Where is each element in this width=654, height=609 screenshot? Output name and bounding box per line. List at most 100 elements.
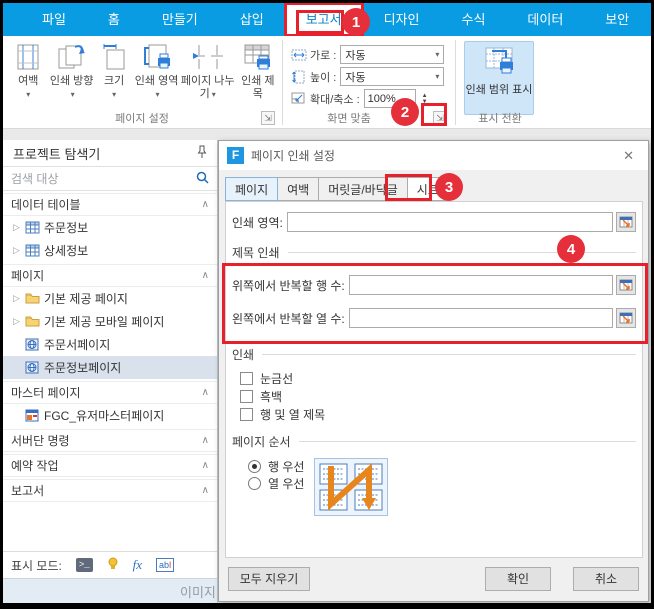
search-input[interactable] (11, 172, 196, 186)
close-icon[interactable]: ✕ (617, 146, 640, 166)
blackwhite-checkbox[interactable] (240, 390, 253, 403)
menu-tab-insert[interactable]: 삽입 (219, 3, 285, 36)
col-first-radio[interactable] (248, 477, 261, 490)
sidebar-item-detail-info[interactable]: ▷ 상세정보 (3, 239, 217, 262)
fit-dialog-launcher[interactable]: ⇲ (433, 111, 447, 125)
lamp-mode-icon[interactable] (107, 557, 119, 574)
repeat-rows-input[interactable] (349, 275, 613, 295)
sidebar-section-pages[interactable]: 페이지 ∧ (3, 264, 217, 287)
sidebar-section-master-pages[interactable]: 마스터 페이지 ∧ (3, 381, 217, 404)
expander-icon[interactable]: ▷ (13, 222, 25, 233)
annotation-step-1: 1 (342, 8, 370, 36)
print-area-icon (134, 43, 178, 73)
col-first-label: 열 우선 (268, 475, 304, 492)
sidebar-item-builtin-pages[interactable]: ▷ 기본 제공 페이지 (3, 287, 217, 310)
abl-mode-icon[interactable]: abl (156, 558, 174, 572)
sidebar-section-server-commands[interactable]: 서버단 명령 ∧ (3, 429, 217, 452)
page-break-button[interactable]: 페이지 나누기▾ (181, 40, 235, 106)
tab-page[interactable]: 페이지 (225, 177, 278, 201)
expander-icon[interactable]: ▷ (13, 293, 25, 304)
row-first-radio[interactable] (248, 460, 261, 473)
margins-label: 여백 (18, 75, 38, 87)
repeat-cols-input[interactable] (349, 308, 613, 328)
menu-tab-design[interactable]: 디자인 (363, 3, 441, 36)
margins-button[interactable]: 여백▾ (9, 40, 48, 106)
tab-header-footer[interactable]: 머릿글/바닥글 (318, 177, 408, 201)
sidebar-item-builtin-mobile-pages[interactable]: ▷ 기본 제공 모바일 페이지 (3, 310, 217, 333)
sidebar-item-order-info-page[interactable]: 주문정보페이지 (3, 356, 217, 379)
section-label: 데이터 테이블 (11, 196, 81, 213)
dropdown-caret-icon: ▾ (71, 90, 75, 99)
table-icon (25, 244, 41, 258)
cancel-button[interactable]: 취소 (573, 567, 639, 591)
app-window: 파일 홈 만들기 삽입 보고서 디자인 수식 데이터 보안 여백▾ (0, 0, 654, 609)
menu-tab-create[interactable]: 만들기 (141, 3, 219, 36)
blackwhite-checkbox-row[interactable]: 흑백 (226, 387, 642, 405)
fit-height-icon (291, 70, 307, 84)
sidebar-item-order-info[interactable]: ▷ 주문정보 (3, 216, 217, 239)
row-first-radio-row[interactable]: 행 우선 (226, 458, 304, 475)
menu-tab-formula[interactable]: 수식 (440, 3, 506, 36)
gridlines-label: 눈금선 (260, 370, 293, 387)
menu-tab-file[interactable]: 파일 (21, 3, 87, 36)
clear-all-button[interactable]: 모두 지우기 (228, 567, 310, 591)
divider (262, 354, 636, 355)
spin-down-icon[interactable]: ▼ (422, 99, 428, 105)
chevron-up-icon: ∧ (202, 435, 209, 446)
item-label: FGC_유저마스터페이지 (44, 407, 164, 424)
menu-tab-security[interactable]: 보안 (584, 3, 650, 36)
sidebar-item-master-page[interactable]: FGC_유저마스터페이지 (3, 404, 217, 427)
fit-width-select[interactable]: 자동 ▾ (340, 45, 444, 64)
gridlines-checkbox-row[interactable]: 눈금선 (226, 369, 642, 387)
fit-height-select[interactable]: 자동 ▾ (340, 67, 444, 86)
menu-tab-data[interactable]: 데이터 (506, 3, 584, 36)
item-label: 주문정보페이지 (44, 359, 121, 376)
page-order-group-label: 페이지 순서 (232, 433, 291, 450)
print-area-label: 인쇄 영역 (135, 75, 179, 87)
page-print-settings-dialog: F 페이지 인쇄 설정 ✕ 페이지 여백 머릿글/바닥글 시트 인쇄 영역: 제… (218, 140, 649, 602)
sidebar-section-data-tables[interactable]: 데이터 테이블 ∧ (3, 193, 217, 216)
expander-icon[interactable]: ▷ (13, 316, 25, 327)
print-area-input[interactable] (287, 212, 613, 232)
show-print-range-button[interactable]: 인쇄 범위 표시 (464, 41, 534, 115)
size-button[interactable]: 크기▾ (96, 40, 133, 106)
row-col-headings-label: 행 및 열 제목 (260, 406, 325, 423)
tab-margins[interactable]: 여백 (277, 177, 319, 201)
sidebar-section-reports[interactable]: 보고서 ∧ (3, 479, 217, 502)
fit-height-value: 자동 (345, 69, 365, 85)
dialog-titlebar: F 페이지 인쇄 설정 ✕ (219, 141, 648, 170)
dropdown-caret-icon: ▾ (212, 90, 216, 99)
expander-icon[interactable]: ▷ (13, 245, 25, 256)
annotation-step-3: 3 (435, 173, 463, 201)
orientation-button[interactable]: 인쇄 방향▾ (50, 40, 94, 106)
print-area-button[interactable]: 인쇄 영역▾ (134, 40, 178, 106)
display-mode-bar: 표시 모드: >_ fx abl (3, 551, 217, 578)
sidebar-section-scheduled-tasks[interactable]: 예약 작업 ∧ (3, 454, 217, 477)
sidebar-item-order-page[interactable]: 주문서페이지 (3, 333, 217, 356)
gridlines-checkbox[interactable] (240, 372, 253, 385)
fx-mode-icon[interactable]: fx (133, 557, 142, 573)
section-label: 마스터 페이지 (11, 384, 81, 401)
terminal-mode-icon[interactable]: >_ (76, 558, 93, 572)
col-first-radio-row[interactable]: 열 우선 (226, 475, 304, 492)
range-picker-button[interactable] (616, 212, 636, 232)
search-icon[interactable] (196, 171, 209, 187)
row-col-headings-checkbox-row[interactable]: 행 및 열 제목 (226, 405, 642, 423)
item-label: 주문서페이지 (44, 336, 110, 353)
range-picker-button[interactable] (616, 308, 636, 328)
show-print-range-label: 인쇄 범위 표시 (466, 84, 533, 96)
page-setup-dialog-launcher[interactable]: ⇲ (261, 111, 275, 125)
page-break-icon (181, 43, 235, 73)
pin-icon[interactable] (197, 145, 207, 162)
row-col-headings-checkbox[interactable] (240, 408, 253, 421)
group-separator (282, 40, 283, 125)
ribbon-group-fit: 가로 : 자동 ▾ 높이 : 자동 ▾ (285, 36, 453, 129)
project-explorer-panel: 프로젝트 탐색기 데이터 테이블 ∧ ▷ 주문정보 ▷ 상세정보 페이지 (3, 140, 218, 603)
web-page-icon (25, 338, 41, 352)
section-label: 보고서 (11, 482, 44, 499)
ok-button[interactable]: 확인 (485, 567, 551, 591)
chevron-up-icon: ∧ (202, 270, 209, 281)
range-picker-button[interactable] (616, 275, 636, 295)
menu-tab-home[interactable]: 홈 (87, 3, 141, 36)
print-titles-button[interactable]: 인쇄 제목 (237, 40, 279, 106)
